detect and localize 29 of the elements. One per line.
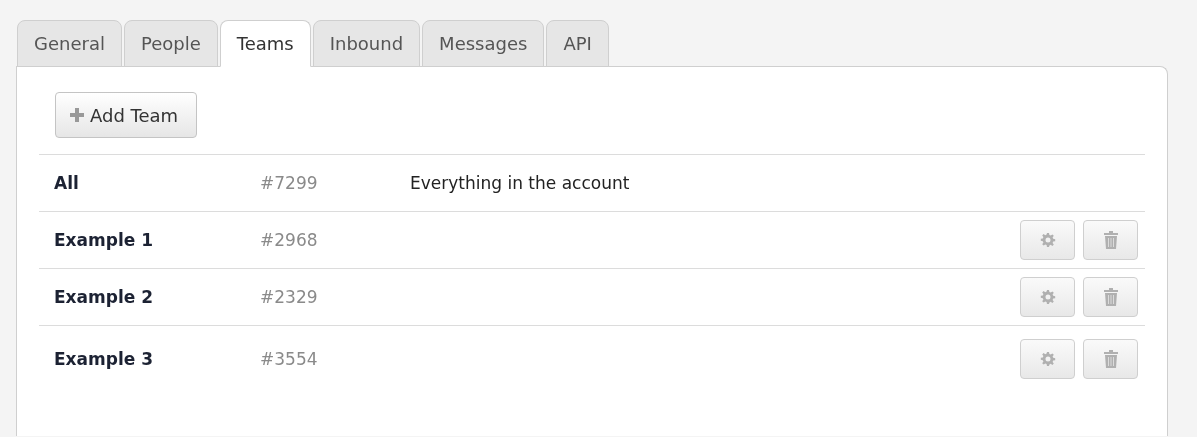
settings-button[interactable]: [1020, 277, 1075, 317]
tab[interactable]: Messages: [422, 20, 545, 67]
settings-icon: [1039, 351, 1056, 367]
team-name: Example 2: [54, 287, 155, 307]
team-id: #7299: [260, 173, 319, 193]
delete-button[interactable]: [1083, 277, 1138, 317]
team-description: Everything in the account: [410, 173, 631, 193]
tab[interactable]: People: [123, 20, 218, 67]
settings-button[interactable]: [1020, 220, 1075, 260]
settings-icon: [1039, 232, 1056, 248]
trash-icon: [1103, 350, 1118, 368]
team-id: #3554: [260, 349, 319, 369]
plus-icon: [70, 108, 84, 122]
delete-button[interactable]: [1083, 220, 1138, 260]
team-id: #2329: [260, 287, 319, 307]
settings-icon: [1039, 289, 1056, 305]
tab[interactable]: API: [546, 20, 609, 67]
tab[interactable]: General: [17, 20, 122, 67]
team-id: #2968: [260, 230, 319, 250]
tab[interactable]: Inbound: [312, 20, 421, 67]
trash-icon: [1103, 288, 1118, 306]
add-team-button[interactable]: Add Team: [55, 92, 198, 138]
team-name: All: [54, 173, 80, 193]
trash-icon: [1103, 231, 1118, 249]
settings-button[interactable]: [1020, 339, 1075, 379]
team-name: Example 1: [54, 230, 155, 250]
team-name: Example 3: [54, 349, 155, 369]
tab[interactable]: Teams: [219, 20, 311, 67]
delete-button[interactable]: [1083, 339, 1138, 379]
